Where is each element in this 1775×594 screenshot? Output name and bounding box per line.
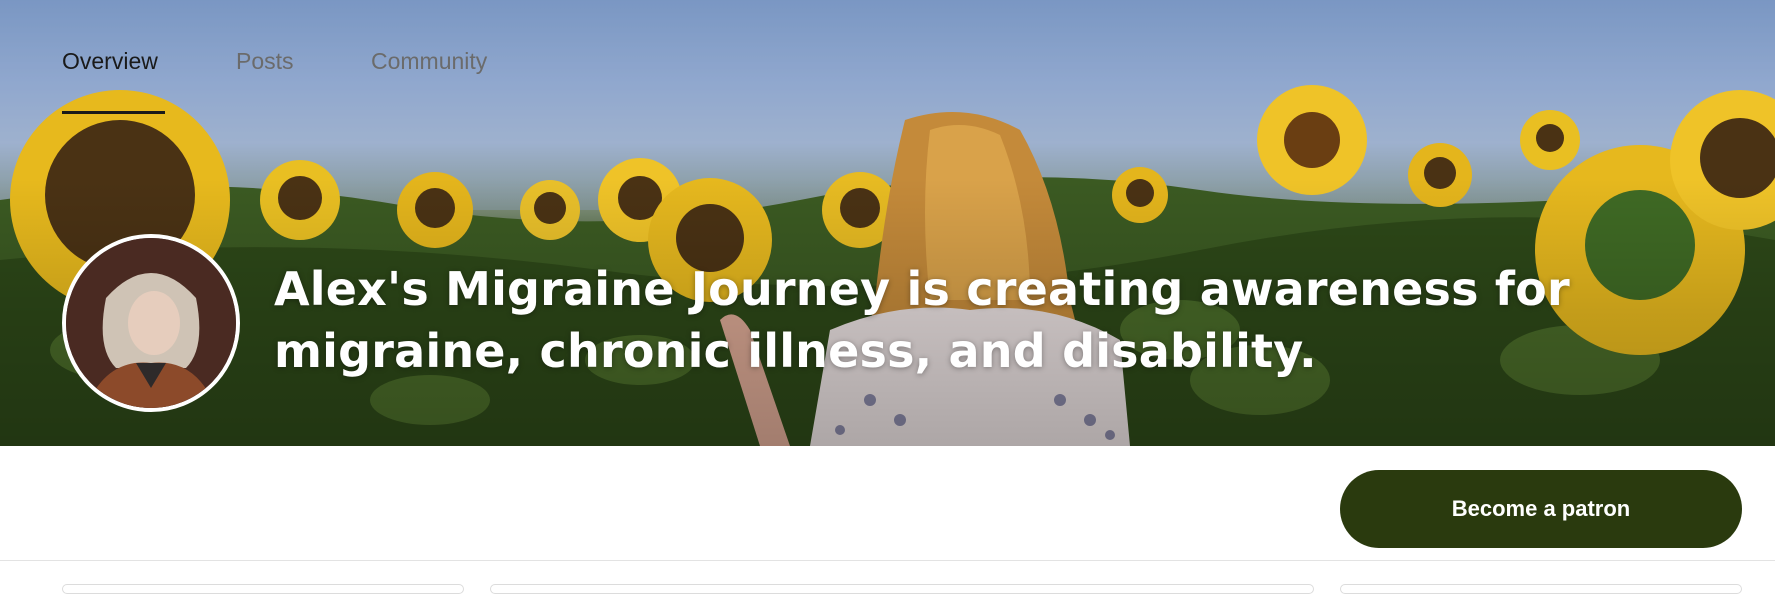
content-card-center — [490, 584, 1314, 594]
tab-overview[interactable]: Overview — [62, 48, 165, 114]
page-headline: Alex's Migraine Journey is creating awar… — [274, 262, 1570, 378]
creator-avatar[interactable] — [62, 234, 240, 412]
avatar-portrait-icon — [66, 238, 236, 408]
become-a-patron-button[interactable]: Become a patron — [1340, 470, 1742, 548]
tab-posts[interactable]: Posts — [236, 48, 294, 114]
tab-community[interactable]: Community — [371, 48, 487, 114]
content-card-right — [1340, 584, 1742, 594]
content-card-left — [62, 584, 464, 594]
